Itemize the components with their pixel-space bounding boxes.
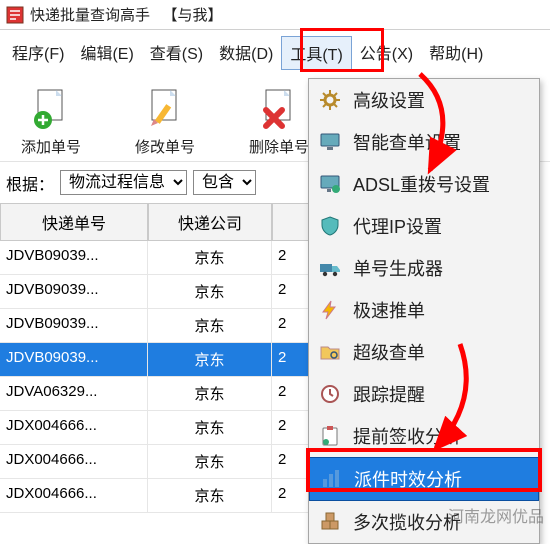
menu-item-1[interactable]: 编辑(E) <box>72 36 141 70</box>
toolbar-btn-edit-doc[interactable]: 修改单号 <box>120 86 210 157</box>
tools-menu-item-label: 超级查单 <box>353 339 425 365</box>
edit-doc-icon <box>142 86 188 132</box>
title-bar: 快递批量查询高手 【与我】 <box>0 0 550 30</box>
cell-company: 京东 <box>148 411 272 445</box>
tools-menu-item-label: 代理IP设置 <box>353 213 442 239</box>
cell-tracking-no: JDVB09039... <box>0 343 148 377</box>
bar-chart-icon <box>320 468 342 490</box>
tools-menu-item-label: 高级设置 <box>353 87 425 113</box>
menu-item-6[interactable]: 帮助(H) <box>421 36 491 70</box>
cell-tracking-no: JDX004666... <box>0 411 148 445</box>
cell-company: 京东 <box>148 445 272 479</box>
tools-menu-item-0[interactable]: 高级设置 <box>309 79 539 121</box>
tools-menu-item-1[interactable]: 智能查单设置 <box>309 121 539 163</box>
filter-op-select[interactable]: 包含 <box>193 170 256 195</box>
menu-item-5[interactable]: 公告(X) <box>352 36 421 70</box>
menubar: 程序(F)编辑(E)查看(S)数据(D)工具(T)公告(X)帮助(H) <box>0 30 550 76</box>
app-title: 快递批量查询高手 <box>30 7 150 24</box>
clipboard-icon <box>319 425 341 447</box>
shield-icon <box>319 215 341 237</box>
tools-menu-item-label: 多次揽收分析 <box>353 509 461 535</box>
tools-menu-item-4[interactable]: 单号生成器 <box>309 247 539 289</box>
grid-header: 快递单号 快递公司 <box>0 203 320 241</box>
boxes-icon <box>319 511 341 533</box>
monitor-net-icon <box>319 173 341 195</box>
filter-root-label: 根据： <box>6 171 54 195</box>
tools-menu-item-label: 派件时效分析 <box>354 466 462 492</box>
cell-company: 京东 <box>148 343 272 377</box>
col-header-tracking-no[interactable]: 快递单号 <box>0 203 148 241</box>
add-doc-icon <box>28 86 74 132</box>
menu-item-2[interactable]: 查看(S) <box>142 36 211 70</box>
bolt-icon <box>319 299 341 321</box>
filter-field-select[interactable]: 物流过程信息 <box>60 170 187 195</box>
toolbar-btn-label: 修改单号 <box>135 136 195 157</box>
menu-item-3[interactable]: 数据(D) <box>211 36 281 70</box>
tools-dropdown-menu[interactable]: 高级设置智能查单设置 ADSL重拨号设置代理IP设置单号生成器极速推单超级查单跟踪… <box>308 78 540 544</box>
menu-item-4[interactable]: 工具(T) <box>281 36 351 70</box>
cell-tracking-no: JDVA06329... <box>0 377 148 411</box>
table-row[interactable]: JDVB09039...京东2 <box>0 309 320 343</box>
table-row[interactable]: JDVB09039...京东2 <box>0 241 320 275</box>
app-icon <box>6 6 24 24</box>
tools-menu-item-2[interactable]: ADSL重拨号设置 <box>309 163 539 205</box>
tools-menu-item-8[interactable]: 提前签收分析 <box>309 415 539 457</box>
cell-company: 京东 <box>148 479 272 513</box>
cell-tracking-no: JDX004666... <box>0 479 148 513</box>
toolbar-btn-label: 删除单号 <box>249 136 309 157</box>
tools-menu-item-3[interactable]: 代理IP设置 <box>309 205 539 247</box>
table-row[interactable]: JDX004666...京东2 <box>0 411 320 445</box>
table-row[interactable]: JDVB09039...京东2 <box>0 275 320 309</box>
table-row[interactable]: JDX004666...京东2 <box>0 479 320 513</box>
tools-menu-item-label: 跟踪提醒 <box>353 381 425 407</box>
tools-menu-item-label: 提前签收分析 <box>353 423 461 449</box>
monitor-icon <box>319 131 341 153</box>
toolbar-btn-label: 添加单号 <box>21 136 81 157</box>
tools-menu-item-label: 极速推单 <box>353 297 425 323</box>
truck-icon <box>319 257 341 279</box>
app-title-suffix: 【与我】 <box>163 7 223 24</box>
tools-menu-item-6[interactable]: 超级查单 <box>309 331 539 373</box>
tools-menu-item-5[interactable]: 极速推单 <box>309 289 539 331</box>
cell-company: 京东 <box>148 241 272 275</box>
cell-company: 京东 <box>148 275 272 309</box>
delete-doc-icon <box>256 86 302 132</box>
cell-tracking-no: JDVB09039... <box>0 275 148 309</box>
gear-icon <box>319 89 341 111</box>
menu-item-0[interactable]: 程序(F) <box>4 36 72 70</box>
cell-company: 京东 <box>148 377 272 411</box>
table-row[interactable]: JDVB09039...京东2 <box>0 343 320 377</box>
tools-menu-item-label: 单号生成器 <box>353 255 443 281</box>
tools-menu-item-9[interactable]: 派件时效分析 <box>309 457 539 501</box>
table-row[interactable]: JDVA06329...京东2 <box>0 377 320 411</box>
cell-tracking-no: JDX004666... <box>0 445 148 479</box>
col-header-company[interactable]: 快递公司 <box>148 203 272 241</box>
data-grid[interactable]: 快递单号 快递公司 JDVB09039...京东2JDVB09039...京东2… <box>0 203 320 513</box>
tools-menu-item-label: 智能查单设置 <box>353 129 461 155</box>
cell-tracking-no: JDVB09039... <box>0 309 148 343</box>
clock-icon <box>319 383 341 405</box>
table-row[interactable]: JDX004666...京东2 <box>0 445 320 479</box>
tools-menu-item-7[interactable]: 跟踪提醒 <box>309 373 539 415</box>
watermark: 河南龙网优品 <box>448 503 544 527</box>
cell-company: 京东 <box>148 309 272 343</box>
tools-menu-item-label: ADSL重拨号设置 <box>353 171 490 197</box>
toolbar-btn-add-doc[interactable]: 添加单号 <box>6 86 96 157</box>
cell-tracking-no: JDVB09039... <box>0 241 148 275</box>
folder-search-icon <box>319 341 341 363</box>
